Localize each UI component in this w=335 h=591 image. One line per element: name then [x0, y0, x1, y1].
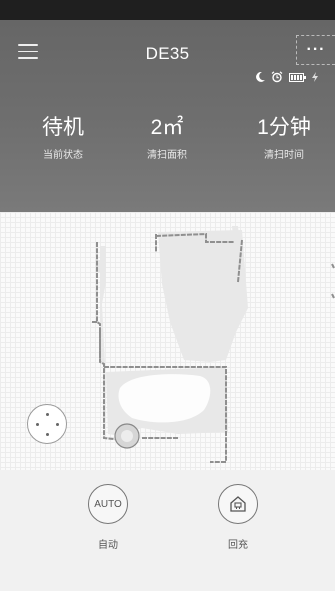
robot-marker: [114, 423, 140, 449]
joystick-dot: [46, 413, 49, 416]
stat-area: 2㎡ 清扫面积: [112, 115, 222, 161]
stat-status-label: 当前状态: [43, 150, 83, 161]
stat-time: 1分钟 清扫时间: [229, 115, 335, 161]
control-bar: AUTO 自动 回充: [0, 470, 335, 591]
stat-time-label: 清扫时间: [264, 150, 304, 161]
home-charge-icon: [218, 484, 258, 524]
recharge-label: 回充: [228, 540, 248, 551]
auto-clean-button[interactable]: AUTO 自动: [78, 484, 138, 551]
auto-icon-text: AUTO: [94, 498, 122, 510]
device-title: DE35: [145, 44, 190, 63]
device-status-icons: [256, 70, 318, 84]
auto-label: 自动: [98, 540, 118, 551]
auto-icon: AUTO: [88, 484, 128, 524]
stat-area-value: 2㎡: [150, 116, 184, 139]
stat-status-value: 待机: [42, 116, 84, 139]
joystick-dot: [36, 423, 39, 426]
recharge-button[interactable]: 回充: [208, 484, 268, 551]
stat-time-value: 1分钟: [257, 116, 311, 139]
header: DE35 ··· 待机 当前状态 2㎡ 清扫面积 1分钟 清扫时间: [0, 20, 335, 212]
battery-icon: [289, 72, 306, 82]
moon-icon: [256, 72, 265, 82]
joystick-dot: [56, 423, 59, 426]
stat-status: 待机 当前状态: [8, 115, 118, 161]
more-button[interactable]: ···: [296, 35, 335, 65]
system-status-bar: [0, 0, 335, 20]
charging-icon: [312, 72, 318, 82]
home-icon: [230, 496, 246, 512]
joystick-dot: [46, 433, 49, 436]
alarm-clock-icon: [271, 71, 283, 83]
remote-control-button[interactable]: [27, 404, 67, 444]
map-clean-area: [118, 374, 211, 423]
stat-area-label: 清扫面积: [147, 150, 187, 161]
